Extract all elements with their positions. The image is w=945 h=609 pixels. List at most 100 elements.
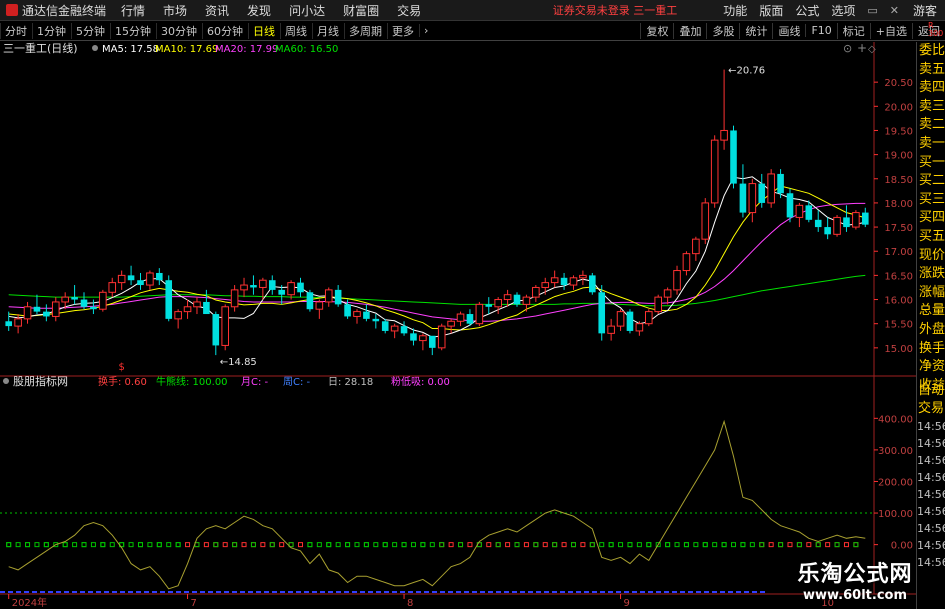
zero-marker-red	[514, 542, 520, 548]
legend-stock: 三一重工(日线)	[3, 41, 78, 55]
zero-marker-green	[683, 542, 689, 548]
sidebar-item[interactable]: 换手	[917, 340, 945, 359]
sidebar-item-trade[interactable]: 交易	[916, 400, 945, 418]
zero-marker-green	[420, 542, 426, 548]
indicator-tick-label: 400.00	[878, 414, 913, 425]
zero-marker-green	[589, 542, 595, 548]
zero-marker-green	[608, 542, 614, 548]
zero-marker-red	[203, 542, 209, 548]
sidebar-item[interactable]: 净资	[917, 358, 945, 377]
zero-marker-red	[486, 542, 492, 548]
zero-marker-red	[552, 542, 558, 548]
sidebar-item[interactable]: 总量	[917, 302, 945, 321]
zero-marker-green	[175, 542, 181, 548]
zero-marker-red	[269, 542, 275, 548]
indicator-icon: ◇	[868, 44, 876, 55]
sidebar-item-auto[interactable]: 自动	[916, 382, 945, 400]
price-tick-label: 20.50	[884, 78, 913, 89]
indicator-dot-icon	[3, 378, 9, 384]
watermark-title: 乐淘公式网	[797, 562, 913, 587]
zero-marker-green	[815, 542, 821, 548]
candle-body	[99, 291, 107, 310]
zero-marker-red	[467, 542, 473, 548]
zero-marker-green	[429, 542, 435, 548]
candle-body	[14, 318, 22, 327]
candle-body	[428, 335, 436, 348]
sidebar-item[interactable]: 涨跌	[917, 265, 945, 284]
zero-marker-red	[834, 542, 840, 548]
candle-body	[203, 301, 210, 315]
indicator-legend-item: 粉低吸: 0.00	[391, 375, 450, 388]
candle-body	[324, 289, 333, 303]
candle-body	[390, 325, 399, 332]
candle-body	[61, 296, 69, 303]
zero-marker-green	[410, 542, 416, 548]
zero-marker-green	[100, 542, 106, 548]
sidebar-item[interactable]: 买五	[917, 228, 945, 247]
candle-body	[268, 280, 276, 290]
price-tick-label: 16.50	[884, 271, 913, 282]
sidebar-item[interactable]: 卖五	[917, 61, 945, 80]
candle-body	[673, 270, 681, 291]
sidebar-item[interactable]: 买四	[917, 209, 945, 228]
zero-marker-green	[618, 542, 624, 548]
sidebar-item[interactable]: 卖四	[917, 79, 945, 98]
indicator-legend-item: 月C: -	[241, 376, 269, 388]
zero-marker-red	[589, 542, 595, 548]
zero-marker-green	[392, 542, 398, 548]
sidebar-item[interactable]: 卖三	[917, 98, 945, 117]
candle-body	[146, 272, 154, 286]
sidebar-item[interactable]: 委比	[917, 42, 945, 61]
zero-marker-red	[241, 542, 247, 548]
candle-body	[843, 217, 850, 228]
zero-marker-red	[806, 542, 812, 548]
zero-marker-green	[62, 542, 68, 548]
candle-body	[475, 303, 484, 325]
candle-body	[90, 306, 97, 310]
sidebar-item[interactable]: 卖一	[917, 135, 945, 154]
zero-marker-red	[495, 542, 501, 548]
zero-marker-red	[533, 542, 539, 548]
candle-body	[701, 202, 710, 240]
sidebar-item[interactable]: 买一	[917, 154, 945, 173]
candle-body	[852, 212, 860, 228]
zero-marker-green	[439, 542, 445, 548]
kline-chart[interactable]: 三一重工(日线) MA5: 17.58MA10: 17.69MA20: 17.99…	[0, 0, 945, 609]
candle-body	[635, 323, 644, 332]
candle-body	[589, 275, 596, 293]
sidebar-item[interactable]: 涨幅	[917, 284, 945, 303]
zero-marker-red	[768, 542, 774, 548]
zero-marker-green	[363, 542, 369, 548]
sidebar-item[interactable]: 卖二	[917, 116, 945, 135]
candle-body	[221, 306, 230, 346]
zero-marker-green	[345, 542, 351, 548]
sidebar-item[interactable]: 外盘	[917, 321, 945, 340]
zero-marker-green	[627, 542, 633, 548]
sidebar-item[interactable]: 买三	[917, 191, 945, 210]
candle-body	[767, 173, 775, 204]
zero-marker-green	[749, 542, 755, 548]
zero-marker-green	[740, 542, 746, 548]
zero-marker-green	[796, 542, 802, 548]
zero-marker-red	[580, 542, 586, 548]
candle-body	[824, 227, 831, 235]
candle-body	[156, 272, 163, 281]
candle-body	[33, 306, 41, 312]
zero-marker-red	[759, 542, 765, 548]
zero-marker-green	[636, 542, 642, 548]
zero-marker-green	[834, 542, 840, 548]
zero-marker-green	[326, 542, 332, 548]
ma5-line	[8, 176, 866, 338]
zoom-in-icon: +	[857, 41, 867, 55]
zero-marker-green	[232, 542, 238, 548]
sidebar-item[interactable]: 现价	[917, 247, 945, 266]
zero-marker-green	[335, 542, 341, 548]
candle-body	[739, 183, 747, 213]
candle-body	[174, 311, 182, 320]
zero-marker-red	[279, 542, 285, 548]
candle-body	[43, 311, 50, 317]
tick-time: 14:56	[917, 437, 945, 450]
zero-marker-red	[523, 542, 529, 548]
candle-body	[795, 204, 804, 218]
sidebar-item[interactable]: 买二	[917, 172, 945, 191]
